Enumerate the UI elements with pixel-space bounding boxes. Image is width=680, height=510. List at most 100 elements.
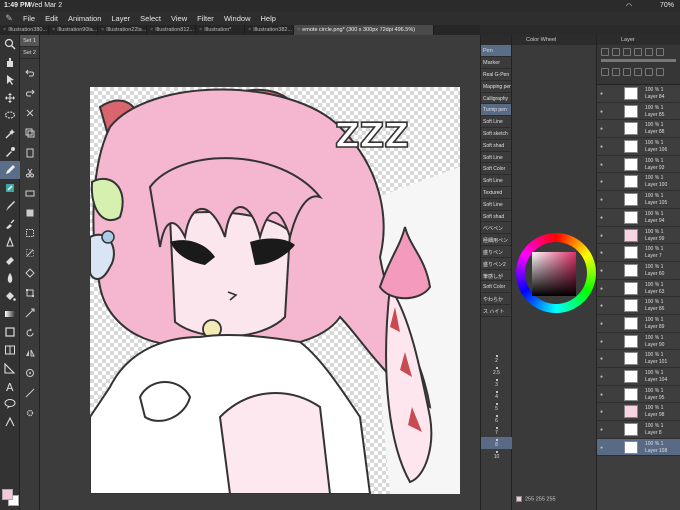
lock-icon[interactable] [612,48,620,56]
invert-selection-icon[interactable] [20,263,40,283]
canvas-area[interactable]: ZZZ [40,35,480,510]
layer-row[interactable]: ● 100 % 1 Layer 88 [597,120,680,139]
ruler-tool-icon[interactable] [0,359,20,377]
eye-icon[interactable]: ● [600,321,603,327]
menu-icon[interactable] [656,48,664,56]
fill-tool-icon[interactable] [0,287,20,305]
eraser-tool-icon[interactable] [0,251,20,269]
auto-select-tool-icon[interactable] [0,125,20,143]
brush-item[interactable]: Soft shad [481,211,511,223]
close-icon[interactable]: × [297,27,300,33]
tab-document[interactable]: × Illustration812... [147,25,196,35]
menu-window[interactable]: Window [219,14,256,23]
layer-row[interactable]: ● 100 % 1 Layer 93 [597,156,680,174]
layer-row[interactable]: ● 100 % 1 Layer 7 [597,244,680,262]
tab-document[interactable]: × Illustration22la... [98,25,147,35]
deselect-icon[interactable] [20,243,40,263]
layer-row[interactable]: ● 100 % 1 Layer 101 [597,350,680,368]
brush-size-option[interactable]: 10 [481,449,512,461]
foreground-color-swatch[interactable] [2,489,13,500]
close-icon[interactable]: × [52,27,55,33]
close-icon[interactable]: × [3,27,6,33]
brush-size-option[interactable]: 5 [481,401,512,413]
opacity-slider[interactable] [601,59,676,62]
eye-icon[interactable]: ● [600,250,603,256]
layer-row[interactable]: ● 100 % 1 Layer 60 [597,262,680,280]
layer-row[interactable]: ● 100 % 1 Layer 104 [597,368,680,386]
tab-document[interactable]: × Illustration380... [0,25,49,35]
eye-icon[interactable]: ● [600,374,603,380]
brush-item[interactable]: 盛りペン2 [481,258,511,270]
hand-tool-icon[interactable] [0,53,20,71]
eye-icon[interactable]: ● [600,197,603,203]
transform-icon[interactable] [20,283,40,303]
scale-icon[interactable] [20,303,40,323]
brush-item[interactable]: Soft Color [481,281,511,294]
snap-icon[interactable] [20,363,40,383]
brush-item[interactable]: ベベペン [481,222,511,235]
delete-icon[interactable] [20,103,40,123]
eye-icon[interactable]: ● [600,303,603,309]
brush-size-option[interactable]: 2.5 [481,365,512,377]
layer-row[interactable]: ● 100 % 1 Layer 85 [597,103,680,121]
rotate-icon[interactable] [20,323,40,343]
menu-animation[interactable]: Animation [63,14,106,23]
brush-item[interactable]: Textured [481,187,511,199]
eye-icon[interactable]: ● [600,144,603,150]
brush-item[interactable]: Calligraphy [481,93,511,105]
tab-document[interactable]: × Illustration90la... [49,25,98,35]
eyedropper-tool-icon[interactable] [0,143,20,161]
brush-size-option[interactable]: 7 [481,425,512,437]
move-tool-icon[interactable] [0,89,20,107]
eye-icon[interactable]: ● [600,126,603,132]
tab-document[interactable]: × Illustration382... [245,25,294,35]
brush-size-option[interactable]: 4 [481,389,512,401]
delete-layer-icon[interactable] [645,68,653,76]
layer-row[interactable]: ● 100 % 1 Layer 105 [597,191,680,209]
frame-tool-icon[interactable] [0,341,20,359]
saturation-value-square[interactable] [532,252,576,296]
settings-icon[interactable] [20,403,40,423]
reference-icon[interactable] [634,48,642,56]
layer-row[interactable]: ● 100 % 1 Layer 99 [597,227,680,245]
eye-icon[interactable]: ● [600,392,603,398]
layer-row[interactable]: ● 100 % 1 Layer 8 [597,421,680,439]
gradient-tool-icon[interactable] [0,305,20,323]
lasso-tool-icon[interactable] [0,107,20,125]
marker-tool-icon[interactable] [0,179,20,197]
layer-row[interactable]: ● 100 % 1 Layer 108 [597,438,680,457]
menu-help[interactable]: Help [256,14,281,23]
merge-down-icon[interactable] [634,68,642,76]
layer-row[interactable]: ● 100 % 1 Layer 84 [597,85,680,103]
airbrush-tool-icon[interactable] [0,215,20,233]
brush-item[interactable]: Soft Line [481,152,511,164]
eye-icon[interactable]: ● [600,268,603,274]
brush-item[interactable]: Soft Line [481,175,511,187]
copy-icon[interactable] [20,123,40,143]
eye-icon[interactable]: ● [600,109,603,115]
brush-item[interactable]: やわらか [481,293,511,305]
new-vector-layer-icon[interactable] [612,68,620,76]
pen-tool-icon[interactable] [0,161,20,179]
brush-size-option[interactable]: 2 [481,353,512,365]
text-tool-icon[interactable]: A [0,377,20,395]
ruler-snap-icon[interactable] [20,383,40,403]
new-layer-icon[interactable] [601,68,609,76]
layer-row[interactable]: ● 100 % 1 Layer 100 [597,173,680,192]
fill-selection-icon[interactable] [20,203,40,223]
layer-row[interactable]: ● 100 % 1 Layer 86 [597,297,680,315]
redo-icon[interactable] [20,83,40,103]
zoom-tool-icon[interactable] [0,35,20,53]
brush-item[interactable]: 盛りペン [481,246,511,258]
brush-item[interactable]: Soft sketch [481,128,511,140]
tab-document[interactable]: × Illustration* [196,25,245,35]
eye-icon[interactable]: ● [600,427,603,433]
clear-icon[interactable] [20,183,40,203]
menu-file[interactable]: File [18,14,40,23]
more-icon[interactable] [656,68,664,76]
layer-row[interactable]: ● 100 % 1 Layer 106 [597,138,680,156]
eye-icon[interactable]: ● [600,233,603,239]
brush-item-selected[interactable]: Turnip pen [481,104,511,117]
brush-item[interactable]: 極細用ペン [481,234,511,246]
brush-size-option-selected[interactable]: 8 [481,437,512,449]
